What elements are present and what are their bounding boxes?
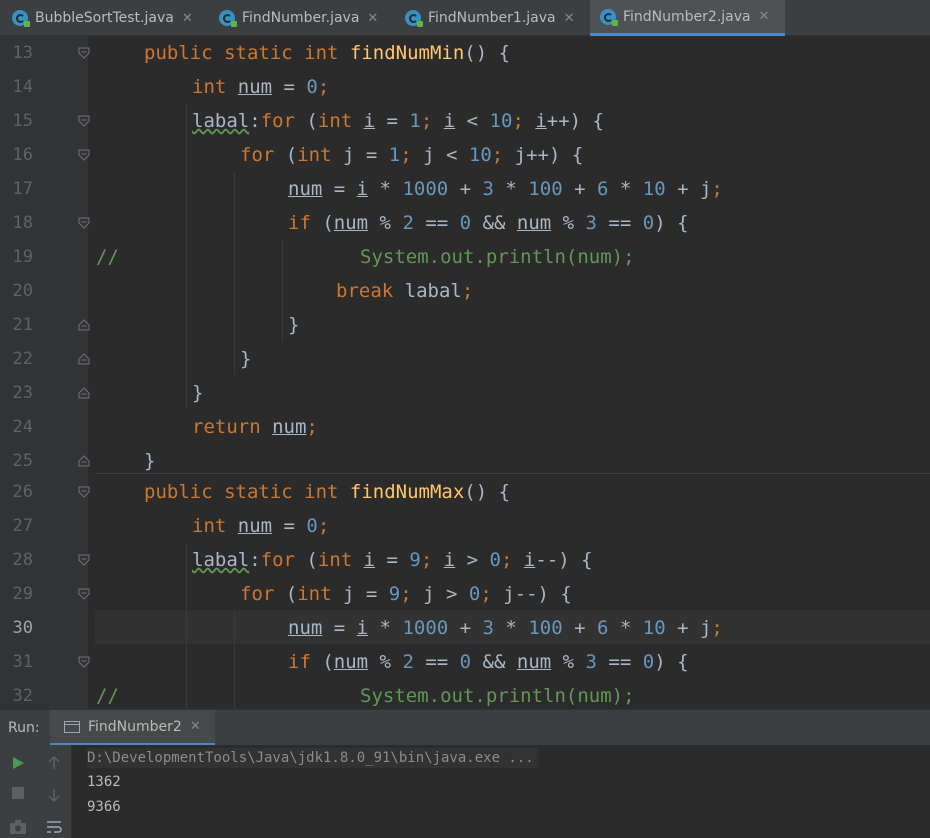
line-number: 24 <box>12 417 33 437</box>
code-line: 13 public static int findNumMin() { <box>0 36 930 70</box>
fold-icon[interactable] <box>77 655 91 669</box>
code-line: 31 if (num % 2 == 0 && num % 3 == 0) { <box>0 645 930 679</box>
line-number: 26 <box>12 482 33 502</box>
fold-icon[interactable] <box>77 454 91 468</box>
code-line: 23 } <box>0 376 930 410</box>
java-class-icon <box>12 10 30 27</box>
console-output-line: 9366 <box>87 799 121 815</box>
run-console[interactable]: D:\DevelopmentTools\Java\jdk1.8.0_91\bin… <box>0 745 930 838</box>
run-tab-label: FindNumber2 <box>88 718 182 735</box>
code-line: 32 // System.out.println(num); <box>0 679 930 709</box>
down-arrow-icon[interactable] <box>44 785 64 805</box>
up-arrow-icon[interactable] <box>44 753 64 773</box>
code-line-current: 30 num = i * 1000 + 3 * 100 + 6 * 10 + j… <box>0 611 930 645</box>
line-number: 15 <box>12 111 33 131</box>
line-number: 17 <box>12 179 33 199</box>
code-line: 16 for (int j = 1; j < 10; j++) { <box>0 138 930 172</box>
fold-icon[interactable] <box>77 587 91 601</box>
run-tool-window-header: Run: FindNumber2 ✕ <box>0 709 930 746</box>
fold-icon[interactable] <box>77 386 91 400</box>
code-line: 21 } <box>0 308 930 342</box>
code-line: 29 for (int j = 9; j > 0; j--) { <box>0 577 930 611</box>
code-line: 25 } <box>0 444 930 478</box>
line-number: 19 <box>12 247 33 267</box>
line-number: 31 <box>12 652 33 672</box>
code-line: 22 } <box>0 342 930 376</box>
stop-icon[interactable] <box>8 783 28 803</box>
code-line: 14 int num = 0; <box>0 70 930 104</box>
code-line: 26 public static int findNumMax() { <box>0 475 930 509</box>
fold-icon[interactable] <box>77 318 91 332</box>
line-number: 21 <box>12 315 33 335</box>
camera-icon[interactable] <box>8 817 28 837</box>
code-line: 15 labal:for (int i = 1; i < 10; i++) { <box>0 104 930 138</box>
fold-icon[interactable] <box>77 148 91 162</box>
code-line: 20 break labal; <box>0 274 930 308</box>
tab-label: FindNumber2.java <box>623 8 751 25</box>
line-number: 22 <box>12 349 33 369</box>
line-number: 30 <box>12 618 33 638</box>
code-line: 18 if (num % 2 == 0 && num % 3 == 0) { <box>0 206 930 240</box>
tab-label: FindNumber.java <box>242 10 360 26</box>
line-number: 13 <box>12 43 33 63</box>
fold-icon[interactable] <box>77 352 91 366</box>
code-editor[interactable]: 13 public static int findNumMin() { 14 i… <box>0 36 930 709</box>
java-class-icon <box>600 8 618 26</box>
tab-bubblesorttest[interactable]: BubbleSortTest.java ✕ <box>12 0 207 36</box>
line-number: 27 <box>12 516 33 536</box>
close-icon[interactable]: ✕ <box>367 11 378 26</box>
console-icon <box>64 720 80 733</box>
run-label: Run: <box>8 720 40 736</box>
console-output-line: 1362 <box>87 774 121 790</box>
editor-tab-bar: BubbleSortTest.java ✕ FindNumber.java ✕ … <box>0 0 930 36</box>
fold-icon[interactable] <box>77 485 91 499</box>
line-number: 18 <box>12 213 33 233</box>
java-class-icon <box>219 10 237 27</box>
code-line: 17 num = i * 1000 + 3 * 100 + 6 * 10 + j… <box>0 172 930 206</box>
close-icon[interactable]: ✕ <box>182 11 193 26</box>
code-line: 28 labal:for (int i = 9; i > 0; i--) { <box>0 543 930 577</box>
fold-icon[interactable] <box>77 114 91 128</box>
line-number: 14 <box>12 77 33 97</box>
line-number: 29 <box>12 584 33 604</box>
close-icon[interactable]: ✕ <box>190 719 201 734</box>
code-line: 24 return num; <box>0 410 930 444</box>
close-icon[interactable]: ✕ <box>759 9 770 24</box>
java-class-icon <box>405 10 423 27</box>
code-line: 19 // System.out.println(num); <box>0 240 930 274</box>
line-number: 25 <box>12 451 33 471</box>
line-number: 28 <box>12 550 33 570</box>
line-number: 32 <box>12 686 33 706</box>
tab-label: FindNumber1.java <box>428 10 556 26</box>
run-icon[interactable] <box>8 753 28 773</box>
line-number: 20 <box>12 281 33 301</box>
tab-findnumber2[interactable]: FindNumber2.java ✕ <box>590 0 785 36</box>
line-number: 23 <box>12 383 33 403</box>
fold-icon[interactable] <box>77 216 91 230</box>
fold-icon[interactable] <box>77 553 91 567</box>
line-number: 16 <box>12 145 33 165</box>
soft-wrap-icon[interactable] <box>44 817 64 837</box>
console-command-line: D:\DevelopmentTools\Java\jdk1.8.0_91\bin… <box>87 748 538 768</box>
tab-findnumber1[interactable]: FindNumber1.java ✕ <box>405 0 590 36</box>
console-toolbar <box>0 745 72 838</box>
fold-icon[interactable] <box>77 46 91 60</box>
run-tab-findnumber2[interactable]: FindNumber2 ✕ <box>50 710 215 746</box>
tab-label: BubbleSortTest.java <box>35 10 174 26</box>
code-line: 27 int num = 0; <box>0 509 930 543</box>
tab-findnumber[interactable]: FindNumber.java ✕ <box>219 0 399 36</box>
close-icon[interactable]: ✕ <box>564 11 575 26</box>
